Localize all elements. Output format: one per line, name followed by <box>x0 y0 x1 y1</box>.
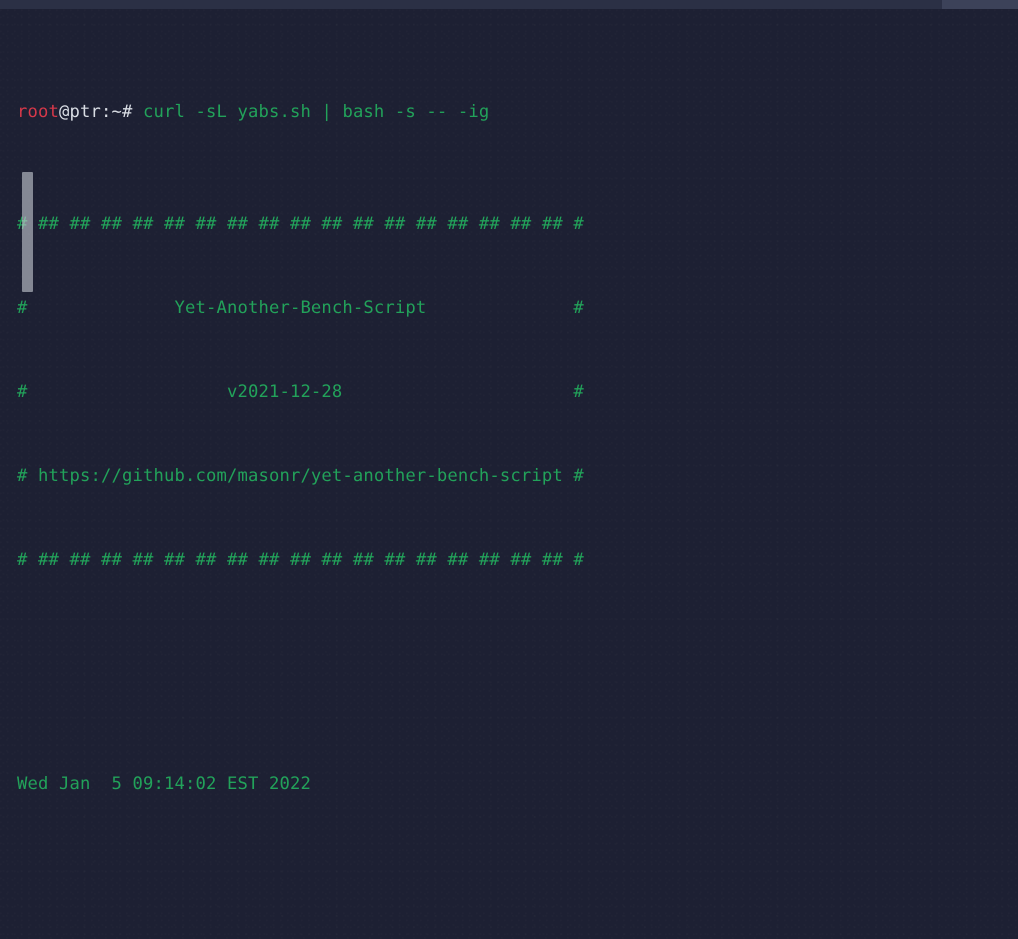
vertical-scrollbar-thumb[interactable] <box>22 172 33 292</box>
prompt-user: root <box>17 102 59 122</box>
terminal-output: root@ptr:~# curl -sL yabs.sh | bash -s -… <box>17 14 605 939</box>
banner-rule-top: # ## ## ## ## ## ## ## ## ## ## ## ## ##… <box>17 214 584 234</box>
banner-version: # v2021-12-28 # <box>17 382 584 402</box>
banner-title: # Yet-Another-Bench-Script # <box>17 298 584 318</box>
prompt-command: curl -sL yabs.sh | bash -s -- -ig <box>142 102 490 122</box>
horizontal-scrollbar-thumb[interactable] <box>942 0 1018 9</box>
terminal-surface[interactable]: root@ptr:~# curl -sL yabs.sh | bash -s -… <box>0 9 1018 939</box>
window-top-strip <box>0 0 1018 9</box>
datestamp: Wed Jan 5 09:14:02 EST 2022 <box>17 774 311 794</box>
prompt-line: root@ptr:~# curl -sL yabs.sh | bash -s -… <box>17 98 605 126</box>
banner-url: # https://github.com/masonr/yet-another-… <box>17 466 584 486</box>
prompt-host: @ptr:~# <box>59 102 143 122</box>
banner-rule-bottom: # ## ## ## ## ## ## ## ## ## ## ## ## ##… <box>17 550 584 570</box>
terminal-window: root@ptr:~# curl -sL yabs.sh | bash -s -… <box>0 0 1018 939</box>
